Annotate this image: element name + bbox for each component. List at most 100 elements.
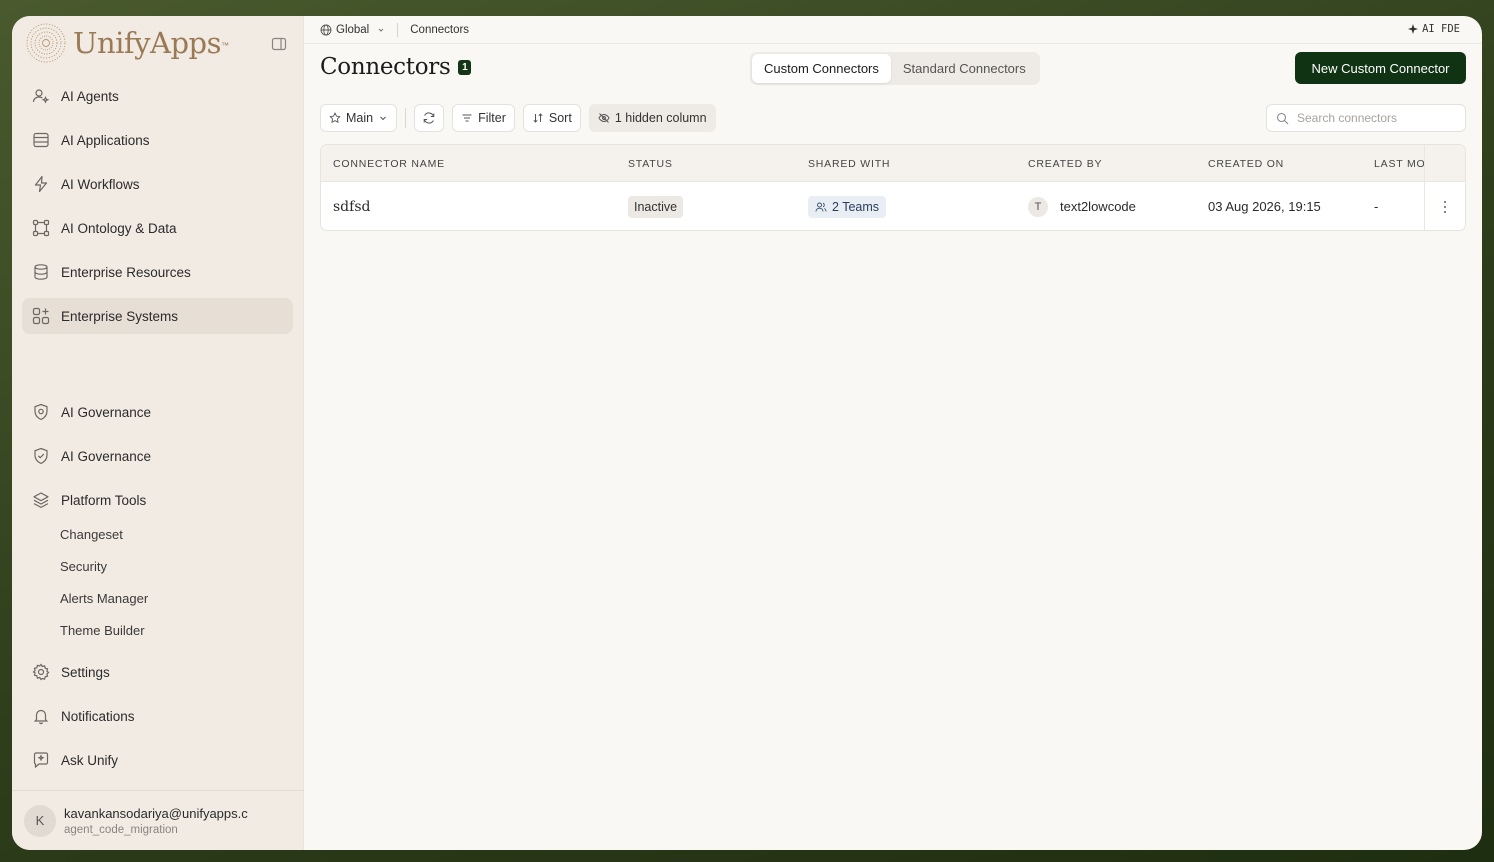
connector-type-tabs: Custom Connectors Standard Connectors <box>750 52 1040 85</box>
row-actions-button[interactable] <box>1425 182 1465 230</box>
sidebar-item-ai-governance-2[interactable]: AI Governance <box>22 438 293 474</box>
sidebar-subitem-security[interactable]: Security <box>60 559 107 574</box>
logo-text: UnifyApps <box>73 26 221 60</box>
sidebar-item-ai-ontology-data[interactable]: AI Ontology & Data <box>22 210 293 246</box>
column-header-created-by[interactable]: CREATED BY <box>1028 158 1102 170</box>
column-header-status[interactable]: STATUS <box>628 158 673 170</box>
status-badge: Inactive <box>628 195 684 218</box>
gear-icon <box>32 663 50 681</box>
refresh-button[interactable] <box>414 104 445 132</box>
sidebar-item-ask-unify[interactable]: Ask Unify <box>22 742 293 778</box>
sort-label: Sort <box>548 111 572 125</box>
breadcrumb: Global Connectors <box>304 16 1482 44</box>
shield-gear-icon <box>32 403 50 421</box>
search-icon <box>1276 112 1289 124</box>
database-icon <box>32 263 50 281</box>
page-header: Connectors 1 <box>320 54 472 80</box>
row-actions-column <box>1424 145 1465 230</box>
sidebar-item-enterprise-systems[interactable]: Enterprise Systems <box>22 298 293 334</box>
hidden-columns-button[interactable]: 1 hidden column <box>588 104 716 132</box>
sidebar-item-label: AI Ontology & Data <box>61 220 177 236</box>
graph-nodes-icon <box>32 219 50 237</box>
view-selector[interactable]: Main <box>320 104 398 132</box>
shield-check-icon <box>32 447 50 465</box>
chevron-down-icon <box>380 116 386 121</box>
user-sparkle-icon <box>32 87 50 105</box>
column-header-created-on[interactable]: CREATED ON <box>1208 158 1284 170</box>
sidebar-item-ai-governance-1[interactable]: AI Governance <box>22 394 293 430</box>
shared-teams-label: 2 Teams <box>832 199 880 214</box>
filter-icon <box>462 114 472 122</box>
chevron-down-icon <box>378 28 384 32</box>
sidebar-collapse-button[interactable] <box>271 36 287 52</box>
eye-off-icon <box>598 113 610 123</box>
sidebar-item-label: AI Governance <box>61 448 152 464</box>
filter-label: Filter <box>478 111 506 125</box>
user-org: agent_code_migration <box>64 823 178 836</box>
page-title: Connectors <box>320 54 451 80</box>
shared-teams-badge[interactable]: 2 Teams <box>808 195 887 218</box>
actions-header <box>1425 145 1465 182</box>
user-profile[interactable]: K kavankansodariya@unifyapps.c agent_cod… <box>12 790 304 850</box>
sidebar-item-ai-agents[interactable]: AI Agents <box>22 78 293 114</box>
connector-name[interactable]: sdfsd <box>333 182 370 230</box>
column-header-last-modified[interactable]: LAST MO <box>1374 158 1426 170</box>
app-window: UnifyApps ™ AI Agents AI Applications AI… <box>12 16 1482 850</box>
tab-standard-connectors[interactable]: Standard Connectors <box>891 54 1038 83</box>
sidebar-item-notifications[interactable]: Notifications <box>22 698 293 734</box>
created-on-cell: 03 Aug 2026, 19:15 <box>1208 199 1321 214</box>
table-header: CONNECTOR NAME STATUS SHARED WITH CREATE… <box>321 145 1465 182</box>
table-toolbar: Main Filter Sort 1 hidden column <box>320 104 724 132</box>
sidebar-item-enterprise-resources[interactable]: Enterprise Resources <box>22 254 293 290</box>
sidebar-item-ai-applications[interactable]: AI Applications <box>22 122 293 158</box>
grid-plus-icon <box>32 307 50 325</box>
sidebar-item-label: Enterprise Systems <box>61 308 179 324</box>
toolbar-divider <box>405 108 407 128</box>
sparkle-icon <box>1408 24 1419 34</box>
shared-with-cell: 2 Teams <box>808 182 887 230</box>
logo-trademark: ™ <box>220 40 229 50</box>
users-icon <box>815 202 827 212</box>
sort-icon <box>533 113 543 123</box>
sidebar-item-settings[interactable]: Settings <box>22 654 293 690</box>
sidebar-subitem-alerts-manager[interactable]: Alerts Manager <box>60 591 148 606</box>
column-header-connector-name[interactable]: CONNECTOR NAME <box>333 158 445 170</box>
sidebar-item-label: AI Workflows <box>61 176 140 192</box>
sidebar-item-label: Ask Unify <box>61 752 119 768</box>
status-cell: Inactive <box>628 182 684 230</box>
bolt-icon <box>32 175 50 193</box>
breadcrumb-separator <box>397 22 399 37</box>
sidebar-item-label: AI Governance <box>61 404 152 420</box>
layers-icon <box>32 491 50 509</box>
scope-selector[interactable]: Global <box>320 24 385 36</box>
sidebar-subitem-theme-builder[interactable]: Theme Builder <box>60 623 145 638</box>
count-badge: 1 <box>458 59 472 75</box>
refresh-icon <box>423 112 435 124</box>
scope-label: Global <box>336 23 370 36</box>
sidebar: UnifyApps ™ AI Agents AI Applications AI… <box>12 16 304 850</box>
more-vertical-icon <box>1443 200 1447 213</box>
ai-fde-label: AI FDE <box>1422 23 1460 35</box>
new-custom-connector-button[interactable]: New Custom Connector <box>1295 52 1466 84</box>
column-header-shared-with[interactable]: SHARED WITH <box>808 158 890 170</box>
table-row[interactable]: sdfsd Inactive 2 Teams T text2lowcode 03… <box>321 182 1465 230</box>
sidebar-item-platform-tools[interactable]: Platform Tools <box>22 482 293 518</box>
sidebar-item-label: AI Applications <box>61 132 150 148</box>
last-modified-cell: - <box>1374 199 1379 214</box>
filter-button[interactable]: Filter <box>452 104 515 132</box>
view-label: Main <box>346 111 374 125</box>
sidebar-item-ai-workflows[interactable]: AI Workflows <box>22 166 293 202</box>
sort-button[interactable]: Sort <box>522 104 581 132</box>
main-content: Global Connectors AI FDE Connectors 1 Cu… <box>304 16 1482 850</box>
window-icon <box>32 131 50 149</box>
tab-custom-connectors[interactable]: Custom Connectors <box>752 54 891 83</box>
ai-fde-button[interactable]: AI FDE <box>1408 23 1460 35</box>
unifyapps-logo[interactable]: UnifyApps ™ <box>24 20 229 66</box>
user-email: kavankansodariya@unifyapps.c <box>64 805 248 821</box>
star-icon <box>329 112 341 123</box>
sidebar-item-label: Enterprise Resources <box>61 264 191 280</box>
avatar: K <box>24 804 56 837</box>
search-input[interactable] <box>1297 111 1457 125</box>
search-box <box>1266 104 1466 132</box>
sidebar-subitem-changeset[interactable]: Changeset <box>60 527 123 542</box>
